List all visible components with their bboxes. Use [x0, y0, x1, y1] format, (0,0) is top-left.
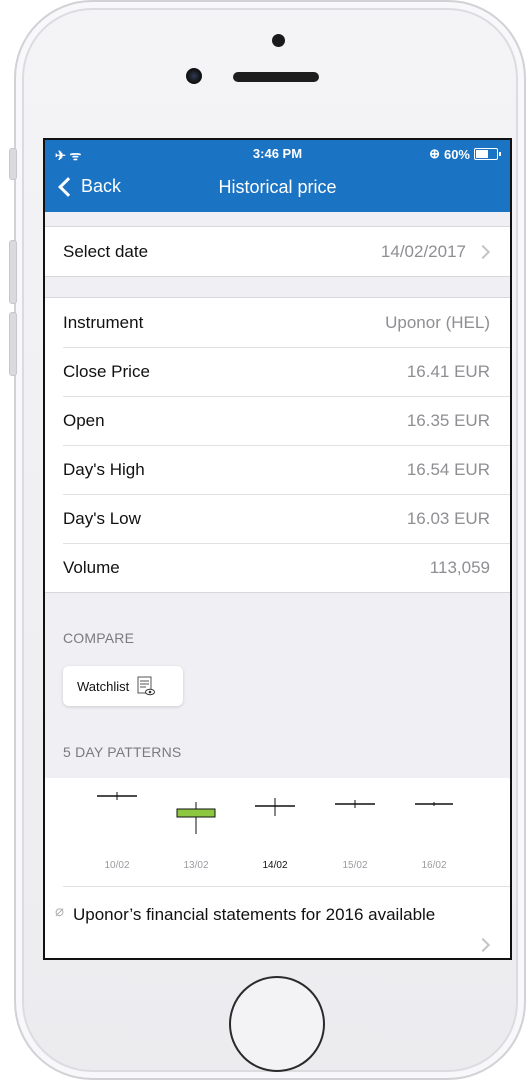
- status-right: ⊕ 60%: [429, 146, 501, 162]
- battery-icon: [474, 148, 501, 160]
- status-bar: ✈ ᯤ 3:46 PM ⊕ 60%: [45, 146, 510, 164]
- front-camera: [186, 68, 202, 84]
- navigation-bar: ✈ ᯤ 3:46 PM ⊕ 60% Back Historical price: [45, 140, 510, 212]
- candle-13-02: [176, 802, 216, 834]
- select-date-value: 14/02/2017: [380, 242, 466, 261]
- date-section: Select date 14/02/2017: [45, 226, 510, 277]
- detail-label: Instrument: [63, 313, 144, 332]
- select-date-row[interactable]: Select date 14/02/2017: [45, 227, 510, 276]
- pattern-date[interactable]: 15/02: [330, 860, 380, 871]
- detail-value: Uponor (HEL): [385, 313, 490, 332]
- news-item[interactable]: ⌀ Uponor’s financial statements for 2016…: [45, 888, 510, 958]
- top-sensor: [272, 34, 285, 47]
- candle-10-02: [97, 792, 137, 800]
- candle-14-02: [255, 798, 295, 816]
- pattern-date[interactable]: 10/02: [92, 860, 142, 871]
- mute-switch: [9, 148, 17, 180]
- nav-bar-row: Back Historical price: [45, 168, 510, 208]
- chevron-right-icon: [475, 244, 491, 260]
- watchlist-button[interactable]: Watchlist: [63, 666, 183, 706]
- detail-label: Day's Low: [63, 509, 141, 528]
- patterns-header: 5 DAY PATTERNS: [63, 744, 182, 760]
- detail-row-open: Open 16.35 EUR: [45, 396, 510, 445]
- pattern-date[interactable]: 16/02: [409, 860, 459, 871]
- detail-value: 113,059: [429, 558, 490, 577]
- news-headline: Uponor’s financial statements for 2016 a…: [73, 905, 436, 924]
- detail-label: Volume: [63, 558, 120, 577]
- detail-value: 16.03 EUR: [406, 509, 490, 528]
- detail-label: Close Price: [63, 362, 150, 381]
- divider: [63, 886, 510, 887]
- detail-label: Open: [63, 411, 105, 430]
- watchlist-label: Watchlist: [77, 678, 130, 694]
- five-day-patterns: 10/02 13/02 14/02 15/02 16/02: [45, 778, 510, 888]
- paperclip-icon: ⌀: [55, 903, 65, 920]
- pattern-date[interactable]: 13/02: [171, 860, 221, 871]
- watchlist-icon: [137, 676, 156, 696]
- page-title: Historical price: [218, 177, 337, 197]
- rotation-lock-icon: ⊕: [429, 146, 440, 161]
- home-button[interactable]: [229, 976, 325, 1072]
- candle-16-02: [415, 802, 453, 806]
- pattern-date-active[interactable]: 14/02: [250, 860, 300, 871]
- compare-header: COMPARE: [63, 630, 135, 646]
- patterns-chart: [97, 792, 453, 834]
- detail-value: 16.41 EUR: [406, 362, 490, 381]
- detail-value: 16.54 EUR: [406, 460, 490, 479]
- details-section: Instrument Uponor (HEL) Close Price 16.4…: [45, 297, 510, 593]
- volume-down-button: [9, 312, 17, 376]
- battery-percent: 60%: [443, 146, 470, 162]
- detail-row-instrument: Instrument Uponor (HEL): [45, 298, 510, 347]
- app-screen: ✈ ᯤ 3:46 PM ⊕ 60% Back Historical price …: [43, 138, 512, 960]
- detail-row-close-price: Close Price 16.41 EUR: [45, 347, 510, 396]
- detail-row-days-low: Day's Low 16.03 EUR: [45, 494, 510, 543]
- select-date-label: Select date: [63, 242, 149, 261]
- detail-row-days-high: Day's High 16.54 EUR: [45, 445, 510, 494]
- detail-row-volume: Volume 113,059: [45, 543, 510, 592]
- detail-value: 16.35 EUR: [406, 411, 490, 430]
- candle-15-02: [335, 800, 375, 808]
- volume-up-button: [9, 240, 17, 304]
- earpiece-speaker: [233, 72, 319, 82]
- detail-label: Day's High: [63, 460, 145, 479]
- chevron-right-icon: [475, 937, 491, 953]
